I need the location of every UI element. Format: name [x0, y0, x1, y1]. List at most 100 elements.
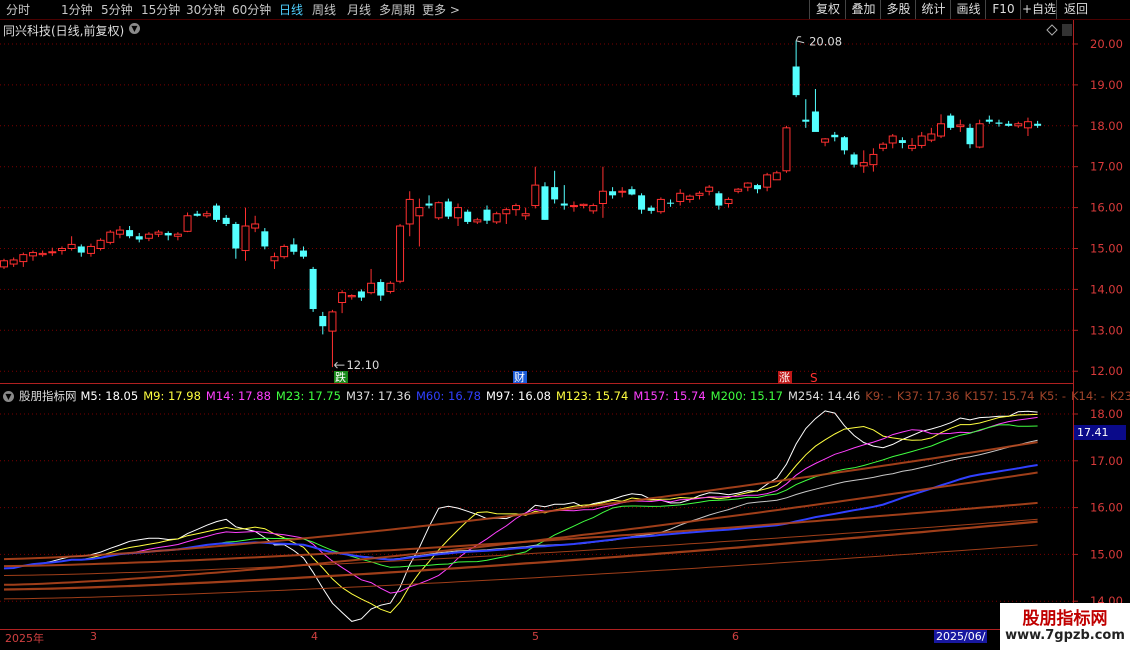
indicator-value-4: M37: 17.36: [345, 389, 411, 403]
candle-body: [202, 213, 211, 217]
indicator-value-2: M14: 17.88: [205, 389, 271, 403]
candle-body: [859, 162, 868, 167]
candle-body: [213, 205, 221, 220]
candle-body: [753, 185, 761, 190]
candle-body: [241, 225, 250, 252]
candle-body: [405, 198, 414, 225]
candle-body: [154, 231, 163, 235]
candle-body: [763, 174, 772, 188]
indicator-values: M5: 18.05 M9: 17.98 M14: 17.88 M23: 17.75 M3…: [81, 389, 1130, 403]
candle-body: [347, 295, 356, 298]
candle-body: [898, 140, 906, 143]
candle-body: [647, 207, 655, 211]
candle-body: [164, 232, 172, 236]
candle-body: [57, 248, 66, 252]
candle-body: [261, 231, 269, 247]
indicator-value-6: M97: 16.08: [485, 389, 551, 403]
low-arrow: [334, 361, 345, 369]
watermark-url: www.7gpzb.com: [1005, 628, 1125, 643]
candle-body: [367, 282, 376, 294]
date-label-4: 6: [732, 630, 739, 643]
candle-body: [685, 195, 694, 200]
candle-body: [126, 230, 134, 237]
indicator-value-11: K9: -: [865, 389, 892, 403]
indicator-value-12: K37: 17.36: [896, 389, 960, 403]
ma-line-9: [3, 413, 1038, 614]
candle-body: [357, 291, 365, 298]
indicator-value-14: K5: -: [1039, 389, 1066, 403]
candle-body: [879, 143, 888, 149]
candle-body: [328, 311, 337, 332]
candle-body: [106, 231, 115, 243]
candle-body: [724, 198, 733, 205]
marker-label: 财: [514, 370, 525, 384]
candle-body: [222, 217, 230, 224]
candle-body: [975, 123, 984, 148]
candle-body: [444, 201, 452, 217]
candle-body: [589, 205, 598, 212]
candle-body: [232, 223, 240, 249]
indicator-tick-label: 17.00: [1090, 454, 1123, 468]
candle-body: [531, 184, 540, 207]
candle-body: [560, 203, 568, 206]
candle-body: [937, 123, 946, 137]
indicator-dropdown-icon[interactable]: ▼: [3, 391, 14, 402]
candle-body: [0, 260, 8, 268]
candle-body: [638, 195, 646, 210]
indicator-value-0: M5: 18.05: [80, 389, 139, 403]
candle-body: [609, 191, 617, 196]
candle-body: [792, 66, 800, 96]
candle-body: [917, 135, 926, 146]
candle-body: [628, 189, 636, 195]
indicator-value-5: M60: 16.78: [415, 389, 481, 403]
candle-body: [618, 190, 627, 193]
candle-body: [96, 239, 105, 250]
candle-body: [67, 243, 76, 250]
indicator-tick-label: 18.00: [1090, 407, 1123, 421]
candle-body: [280, 245, 289, 258]
candle-body: [705, 186, 714, 192]
date-label-2: 4: [311, 630, 318, 643]
candle-body: [309, 268, 317, 310]
main-chart: 20.00 19.00 18.00 17.00 16.00 15.00 14.00 13.00…: [0, 19, 1130, 650]
indicator-tick-label: 16.00: [1090, 501, 1123, 515]
scroll-box: [1062, 24, 1072, 36]
candle-body: [86, 245, 95, 254]
candle-body: [319, 315, 327, 327]
candle-body: [434, 202, 443, 219]
candle-body: [425, 203, 433, 206]
candle-body: [888, 135, 897, 144]
long-ma-line-4: [3, 471, 1038, 586]
indicator-value-10: M254: 14.46: [787, 389, 861, 403]
candle-body: [251, 223, 260, 229]
candle-body: [743, 182, 752, 188]
candle-body: [386, 282, 395, 292]
candle-body: [831, 134, 839, 138]
price-tick-label: 14.00: [1090, 282, 1123, 296]
indicator-value-8: M157: 15.74: [633, 389, 706, 403]
candle-body: [299, 250, 307, 257]
price-tick-label: 12.00: [1090, 364, 1123, 378]
indicator-value-3: M23: 17.75: [275, 389, 341, 403]
indicator-value-16: K23: -: [1109, 389, 1130, 403]
candle-body: [464, 211, 472, 222]
date-label-1: 3: [90, 630, 97, 643]
candle-body: [9, 259, 18, 265]
candle-body: [415, 207, 424, 217]
candle-body: [811, 111, 819, 132]
candle-body: [541, 186, 549, 220]
candle-body: [947, 115, 955, 128]
candle-body: [290, 244, 298, 252]
candle-body: [676, 192, 685, 202]
candle-body: [1014, 123, 1023, 127]
candle-body: [511, 205, 520, 211]
candle-body: [927, 133, 936, 141]
candle-body: [734, 188, 743, 192]
candle-body: [1034, 123, 1042, 126]
price-tick-label: 16.00: [1090, 201, 1123, 215]
candle-body: [483, 209, 491, 221]
date-label-3: 5: [532, 630, 539, 643]
candle-body: [840, 137, 848, 151]
candle-body: [377, 282, 385, 296]
candle-body: [473, 219, 482, 223]
